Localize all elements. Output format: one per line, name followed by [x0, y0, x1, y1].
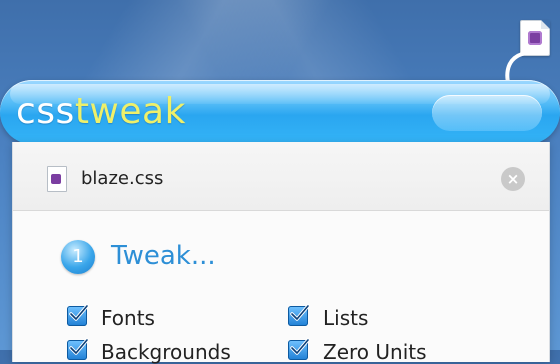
app-title-part2: tweak	[74, 91, 186, 132]
file-glyph	[528, 31, 542, 45]
checkmark-icon	[69, 304, 89, 321]
checkbox-label-backgrounds: Backgrounds	[101, 340, 231, 364]
file-name: blaze.css	[81, 168, 164, 189]
app-title: csstweak	[16, 86, 186, 138]
checkmark-icon	[290, 304, 310, 321]
checkbox-label-zero-units: Zero Units	[323, 340, 427, 364]
close-icon[interactable]: ×	[501, 167, 525, 191]
step-title: Tweak...	[111, 241, 216, 271]
checkbox-label-lists: Lists	[323, 306, 369, 330]
main-panel: blaze.css × 1 Tweak... Fonts Lists Backg…	[12, 142, 550, 364]
app-title-part1: css	[16, 91, 75, 132]
drop-target[interactable]	[432, 95, 542, 131]
checkbox-fonts[interactable]	[67, 304, 89, 326]
file-row: blaze.css ×	[13, 142, 549, 211]
checkbox-zero-units[interactable]	[288, 338, 310, 360]
file-glyph	[51, 174, 61, 184]
css-file-icon	[47, 166, 67, 192]
checkbox-backgrounds[interactable]	[67, 338, 89, 360]
checkmark-icon	[290, 338, 310, 355]
page-fold	[541, 20, 550, 29]
step-number-badge: 1	[61, 240, 95, 274]
css-file-icon[interactable]	[520, 20, 550, 56]
checkbox-label-fonts: Fonts	[101, 306, 155, 330]
checkmark-icon	[69, 338, 89, 355]
checkbox-lists[interactable]	[288, 304, 310, 326]
